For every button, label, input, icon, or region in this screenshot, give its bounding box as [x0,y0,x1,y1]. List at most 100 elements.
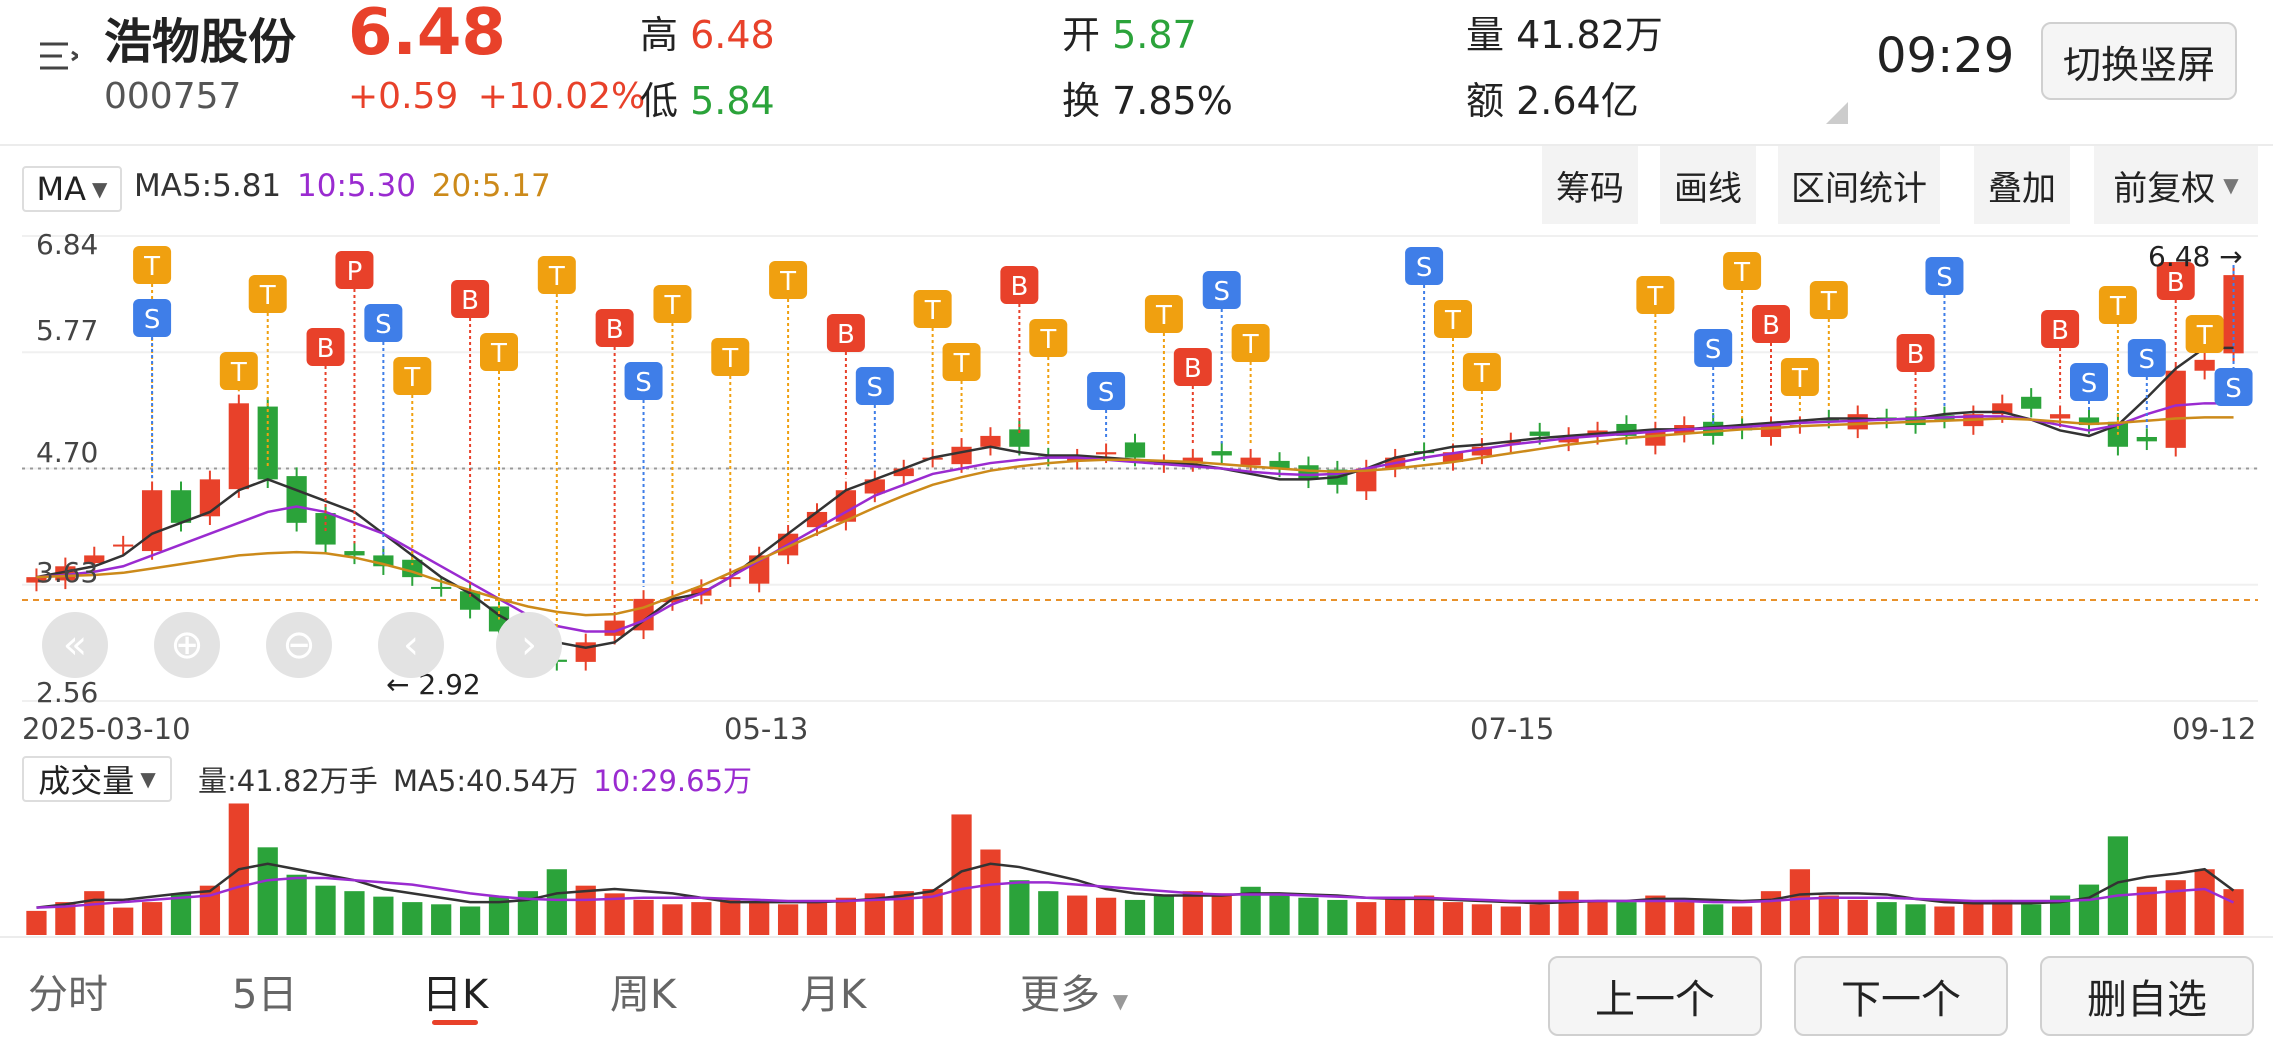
ma-legend: MA5:5.81 10:5.30 20:5.17 [134,168,551,204]
signal-badge-label: S [2081,369,2098,399]
volume-bar [1067,895,1088,935]
signal-badge-label: T [1242,330,1259,360]
resize-corner-icon[interactable] [1826,102,1848,124]
signal-badge-label: T [779,267,796,297]
draw-line-tool-button[interactable]: 画线 [1660,146,1756,224]
volume-bar [1211,893,1232,935]
zoom-out-icon: ⊖ [282,622,316,668]
indicator-select[interactable]: MA ▼ [22,166,122,212]
volume-bar [1818,895,1839,935]
tab-5day[interactable]: 5日 [232,962,297,1020]
signal-badge-label: B [1184,354,1202,384]
low-value: 5.84 [690,79,775,123]
signal-badge-label: T [143,252,160,282]
candle-body [2136,436,2157,442]
remove-watchlist-button[interactable]: 删自选 [2040,956,2254,1036]
tab-more[interactable]: 更多 ▼ [1020,962,1128,1020]
kline-chart[interactable]: TSTTBPSTBTTBSTTTBSTTBTSTBSTSTTTSTBTTBSBS… [22,226,2258,711]
volume-bar [1529,904,1550,935]
tab-weekly-k[interactable]: 周K [610,962,676,1020]
amount-stat: 额 2.64亿 [1466,70,1639,125]
adjust-select[interactable]: 前复权 ▼ [2094,146,2258,224]
signal-badge-label: T [1039,325,1056,355]
price-axis-label: 5.77 [36,314,99,347]
volume-bar [2223,889,2244,935]
menu-icon[interactable] [38,36,81,76]
volume-bar [1558,891,1579,935]
chevron-down-icon: ▼ [92,177,108,201]
volume-bar [835,897,857,935]
candle-body [1095,452,1117,455]
signal-badge-label: T [2196,321,2213,351]
zoom-out-button[interactable]: ⊖ [266,612,332,678]
signal-badge-label: S [375,310,392,340]
tab-intraday[interactable]: 分时 [28,962,108,1020]
volume-bar [1703,904,1724,935]
signal-badge-label: B [2051,316,2069,346]
volume-bar [1124,899,1146,935]
candle-body [228,403,249,490]
candle-body [170,490,192,523]
indicator-select-label: MA [36,170,87,208]
chevron-down-icon: ▼ [2223,173,2239,197]
next-stock-button[interactable]: 下一个 [1794,956,2008,1036]
clock: 09:29 [1876,28,2015,84]
zoom-in-button[interactable]: ⊕ [154,612,220,678]
volume-bar [84,891,105,935]
signal-badge-label: T [924,296,941,326]
volume-bar [691,902,712,935]
volume-bar [749,902,770,935]
caret-down-icon: ▼ [1112,989,1129,1013]
volume-bar [170,893,192,935]
volume-bar [373,896,394,935]
prev-candle-button[interactable]: ‹ [378,612,444,678]
volume-bar [1847,899,1868,935]
scroll-back-button[interactable]: « [42,612,108,678]
volume-bar [1963,902,1984,935]
zoom-in-icon: ⊕ [170,622,204,668]
range-stats-tool-button[interactable]: 区间统计 [1778,146,1940,224]
signal-badge-label: T [721,344,738,374]
signal-badge-label: S [2139,345,2156,375]
candle-body [2021,396,2042,409]
volume-value: 41.82万 [1516,13,1663,57]
volume-bar [315,885,336,935]
switch-portrait-button[interactable]: 切换竖屏 [2041,22,2237,100]
previous-stock-button[interactable]: 上一个 [1548,956,1762,1036]
signal-badge-label: B [1907,340,1925,370]
tab-daily-k[interactable]: 日K [422,962,488,1020]
signal-badge-label: T [548,262,565,292]
chevron-right-icon: › [521,622,537,668]
volume-bar [1934,906,1955,935]
price-axis-label: 4.70 [36,436,99,469]
candle-body [113,544,134,547]
overlay-tool-button[interactable]: 叠加 [1974,146,2070,224]
signal-badge-label: S [1416,253,1433,283]
arrow-right-icon: → [2219,240,2243,273]
price-axis-label: 3.63 [36,556,99,589]
open-stat: 开 5.87 [1062,4,1197,59]
volume-bar [1992,899,2013,935]
high-stat: 高 6.48 [640,4,775,59]
tab-monthly-k[interactable]: 月K [800,962,866,1020]
next-candle-button[interactable]: › [496,612,562,678]
signal-badge-label: P [347,257,363,287]
candle-body [951,446,972,465]
candle-body [1529,431,1550,436]
candle-body [1240,457,1261,466]
chevron-left-icon: ‹ [403,622,419,668]
stock-name: 浩物股份 [104,14,297,70]
volume-bar [951,814,972,935]
signal-badge-label: B [1010,272,1028,302]
date-axis-label: 07-15 [1470,712,1555,746]
volume-bar [1356,902,1377,935]
adjust-select-label: 前复权 [2113,168,2216,209]
volume-bar [459,906,481,935]
chips-tool-button[interactable]: 筹码 [1542,146,1638,224]
open-value: 5.87 [1112,13,1197,57]
signal-badge-label: T [1444,306,1461,336]
candle-body [1298,465,1319,480]
volume-chart[interactable] [22,790,2258,935]
volume-bar [777,904,799,935]
high-marker-value: 6.48 [2148,240,2211,273]
